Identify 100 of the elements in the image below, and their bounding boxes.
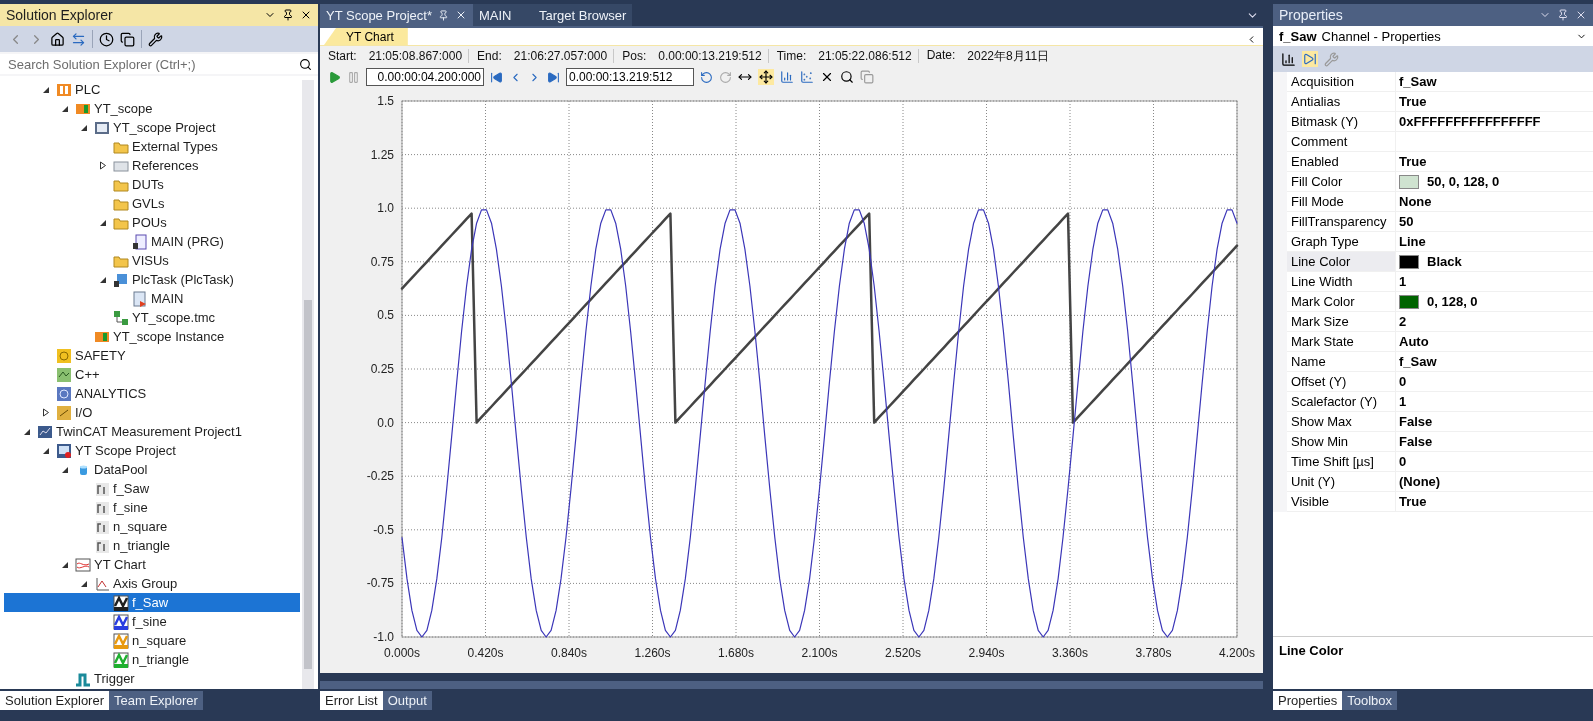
chart-tab[interactable]: YT Chart — [324, 28, 408, 45]
tree-item[interactable]: n_triangle — [4, 536, 300, 555]
panel-tab[interactable]: Toolbox — [1342, 691, 1398, 710]
panel-tab[interactable]: Solution Explorer — [0, 691, 109, 710]
x-tick-label: 2.940s — [968, 646, 1005, 660]
move-button[interactable] — [758, 69, 774, 85]
y-tick-label: -0.25 — [366, 469, 394, 484]
tree-item[interactable]: GVLs — [4, 194, 300, 213]
collapsed-arrow-icon[interactable] — [99, 161, 107, 170]
axis-icon — [94, 575, 110, 592]
cpp-icon — [56, 366, 72, 383]
tree-item[interactable]: DataPool — [4, 460, 300, 479]
home-icon[interactable] — [50, 31, 65, 47]
sync-icon[interactable] — [71, 31, 86, 47]
tree-item[interactable]: C++ — [4, 365, 300, 384]
expanded-arrow-icon[interactable] — [61, 465, 69, 474]
scrollbar[interactable] — [302, 80, 314, 689]
y-tick-label: -0.5 — [373, 522, 394, 537]
collapsed-arrow-icon[interactable] — [42, 408, 50, 417]
expanded-arrow-icon[interactable] — [61, 104, 69, 113]
tree-item[interactable]: TwinCAT Measurement Project1 — [4, 422, 300, 441]
property-value: 1 — [1399, 394, 1407, 409]
tree-item[interactable]: YT Scope Project — [4, 441, 300, 460]
play-icon[interactable] — [328, 70, 341, 84]
tree-item[interactable]: VISUs — [4, 251, 300, 270]
property-value: 0 — [1399, 454, 1407, 469]
expanded-arrow-icon[interactable] — [99, 218, 107, 227]
skip-back-icon[interactable] — [490, 70, 503, 84]
tree-item[interactable]: f_Saw — [4, 593, 300, 612]
property-value: 1 — [1399, 274, 1407, 289]
object-selector[interactable]: f_Saw Channel - Properties — [1273, 26, 1593, 46]
tree-item[interactable]: Trigger — [4, 669, 300, 688]
property-value: Black — [1427, 254, 1462, 269]
document-tab[interactable]: Target Browser — [533, 4, 633, 26]
tree-item[interactable]: n_square — [4, 517, 300, 536]
panel-tab[interactable]: Properties — [1273, 691, 1343, 710]
copy-icon[interactable] — [120, 31, 135, 47]
zoom-icon[interactable] — [840, 70, 854, 84]
info-label: Start: — [328, 49, 357, 63]
tree-item[interactable]: MAIN (PRG) — [4, 232, 300, 251]
wrench-icon[interactable] — [148, 31, 163, 47]
property-value: True — [1399, 494, 1427, 509]
x-tick-label: 0.000s — [384, 646, 420, 660]
pin-icon[interactable] — [282, 9, 294, 21]
tree-item[interactable]: n_triangle — [4, 650, 300, 669]
tree-item[interactable]: n_square — [4, 631, 300, 650]
tree-item[interactable]: POUs — [4, 213, 300, 232]
tree-item[interactable]: YT_scope Instance — [4, 327, 300, 346]
tree-item[interactable]: References — [4, 156, 300, 175]
tree-item[interactable]: f_Saw — [4, 479, 300, 498]
scatter-icon[interactable] — [800, 70, 814, 84]
tree-item[interactable]: Axis Group — [4, 574, 300, 593]
measurement-icon — [37, 423, 53, 440]
tree-item[interactable]: YT_scope — [4, 99, 300, 118]
expanded-arrow-icon[interactable] — [61, 560, 69, 569]
tree-item[interactable]: YT_scope Project — [4, 118, 300, 137]
io-icon — [56, 404, 72, 421]
info-value: 21:06:27.057:000 — [513, 49, 608, 63]
tree-item[interactable]: f_sine — [4, 612, 300, 631]
expanded-arrow-icon[interactable] — [80, 123, 88, 132]
delete-icon[interactable] — [820, 70, 834, 84]
property-value: 2 — [1399, 314, 1407, 329]
expanded-arrow-icon[interactable] — [23, 427, 31, 436]
chart-icon[interactable] — [780, 70, 794, 84]
tree-item[interactable]: External Types — [4, 137, 300, 156]
tree-item[interactable]: PLC — [4, 80, 300, 99]
time-span-field[interactable]: 0.00:00:04.200:000 — [366, 68, 484, 86]
close-icon[interactable] — [300, 9, 312, 21]
skip-forward-icon[interactable] — [547, 70, 560, 84]
panel-tab[interactable]: Team Explorer — [109, 691, 203, 710]
document-icon — [132, 233, 148, 250]
tree-item[interactable]: f_sine — [4, 498, 300, 517]
tree-item[interactable]: MAIN — [4, 289, 300, 308]
tree-item[interactable]: YT_scope.tmc — [4, 308, 300, 327]
categorized-icon[interactable] — [1281, 51, 1296, 67]
undo-icon[interactable] — [700, 70, 713, 84]
tmc-icon — [113, 309, 129, 326]
expanded-arrow-icon[interactable] — [42, 446, 50, 455]
expanded-arrow-icon[interactable] — [42, 85, 50, 94]
position-field[interactable]: 0.00:00:13.219:512 — [566, 68, 694, 86]
property-name[interactable]: Line Color — [1287, 252, 1395, 271]
search-icon[interactable] — [299, 57, 312, 71]
panel-tab[interactable]: Error List — [320, 691, 383, 710]
tree-item[interactable]: PlcTask (PlcTask) — [4, 270, 300, 289]
tree-item[interactable]: YT Chart — [4, 555, 300, 574]
info-value: 2022年8月11日 — [967, 47, 1050, 65]
tree-item[interactable]: ANALYTICS — [4, 384, 300, 403]
tree-item[interactable]: I/O — [4, 403, 300, 422]
search-field[interactable]: Search Solution Explorer (Ctrl+;) — [0, 54, 318, 74]
x-tick-label: 1.260s — [634, 646, 671, 660]
property-value: 0 — [1399, 374, 1407, 389]
clock-icon[interactable] — [99, 31, 114, 47]
expanded-arrow-icon[interactable] — [80, 579, 88, 588]
variable-icon — [94, 499, 110, 516]
expanded-arrow-icon[interactable] — [99, 275, 107, 284]
sort-button[interactable] — [1302, 51, 1318, 67]
document-tab[interactable]: MAIN — [473, 4, 533, 26]
tree-item[interactable]: DUTs — [4, 175, 300, 194]
tree-item[interactable]: SAFETY — [4, 346, 300, 365]
panel-tab[interactable]: Output — [382, 691, 432, 710]
